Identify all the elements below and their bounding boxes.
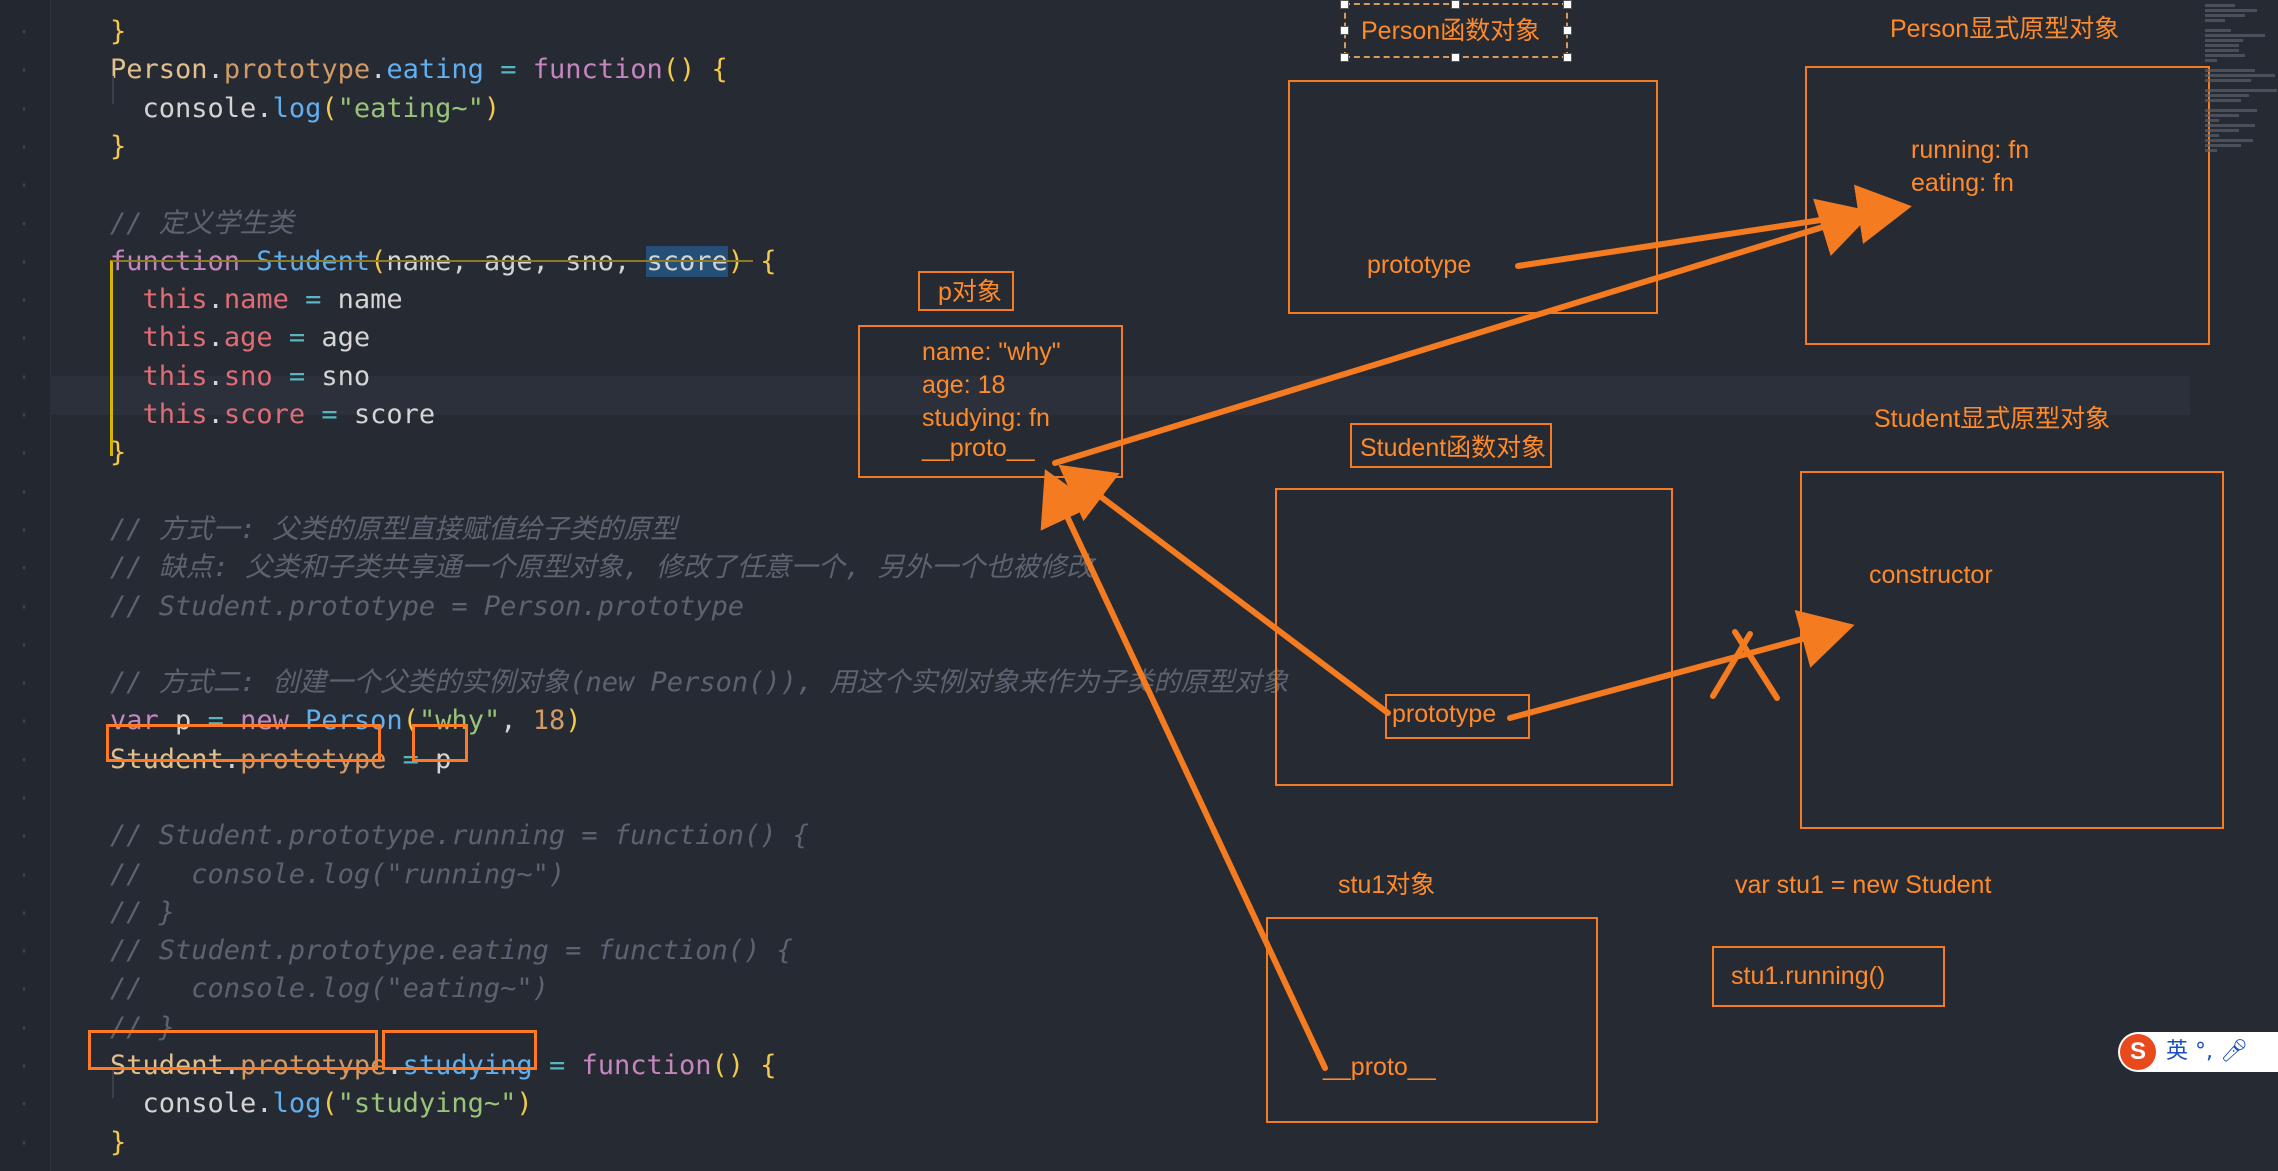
minimap-line xyxy=(2205,89,2277,92)
arrows-layer xyxy=(1040,184,1912,1071)
arrow-p-proto xyxy=(1052,198,1874,466)
minimap-line xyxy=(2205,34,2265,37)
minimap-line xyxy=(2205,129,2239,132)
ime-punct[interactable]: °, xyxy=(2195,1039,2213,1064)
cross-mark xyxy=(1732,629,1780,701)
minimap-line xyxy=(2205,59,2217,62)
screen-recording-frame: · · · · · · · · · · · · · · · · · · · · · · · · · · · · · · } Person.p… xyxy=(0,0,2278,1171)
minimap-line xyxy=(2205,134,2219,137)
cross-mark xyxy=(1710,631,1753,699)
minimap-line xyxy=(2205,44,2239,47)
minimap-line xyxy=(2205,14,2245,17)
minimap-line xyxy=(2205,29,2231,32)
microphone-icon[interactable]: 🎤︎ xyxy=(2220,1039,2248,1064)
ime-lang[interactable]: 英 xyxy=(2166,1039,2188,1064)
minimap-line xyxy=(2205,79,2251,82)
minimap-line xyxy=(2205,119,2219,122)
sogou-logo-icon[interactable]: S xyxy=(2120,1034,2156,1070)
minimap-line xyxy=(2205,109,2257,112)
ime-status[interactable]: 英 °, 🎤︎ xyxy=(2166,1034,2248,1070)
arrow-stu1-proto xyxy=(1040,469,1328,1071)
minimap-line xyxy=(2205,149,2217,152)
minimap-line xyxy=(2205,54,2245,57)
minimap-line xyxy=(2205,114,2239,117)
minimap[interactable] xyxy=(2195,0,2278,1171)
minimap-line xyxy=(2205,39,2243,42)
minimap-line xyxy=(2205,144,2241,147)
minimap-line xyxy=(2205,99,2241,102)
minimap-line xyxy=(2205,139,2253,142)
arrow-student-prototype-to-proto xyxy=(1507,609,1855,721)
minimap-line xyxy=(2205,19,2225,22)
arrow-student-prototype-to-p xyxy=(1058,464,1391,716)
minimap-line xyxy=(2205,9,2257,12)
arrow-person-prototype xyxy=(1515,184,1912,269)
minimap-line xyxy=(2205,4,2235,7)
minimap-line xyxy=(2205,74,2275,77)
minimap-line xyxy=(2205,94,2249,97)
minimap-line xyxy=(2205,124,2255,127)
minimap-line xyxy=(2205,69,2255,72)
minimap-line xyxy=(2205,49,2239,52)
